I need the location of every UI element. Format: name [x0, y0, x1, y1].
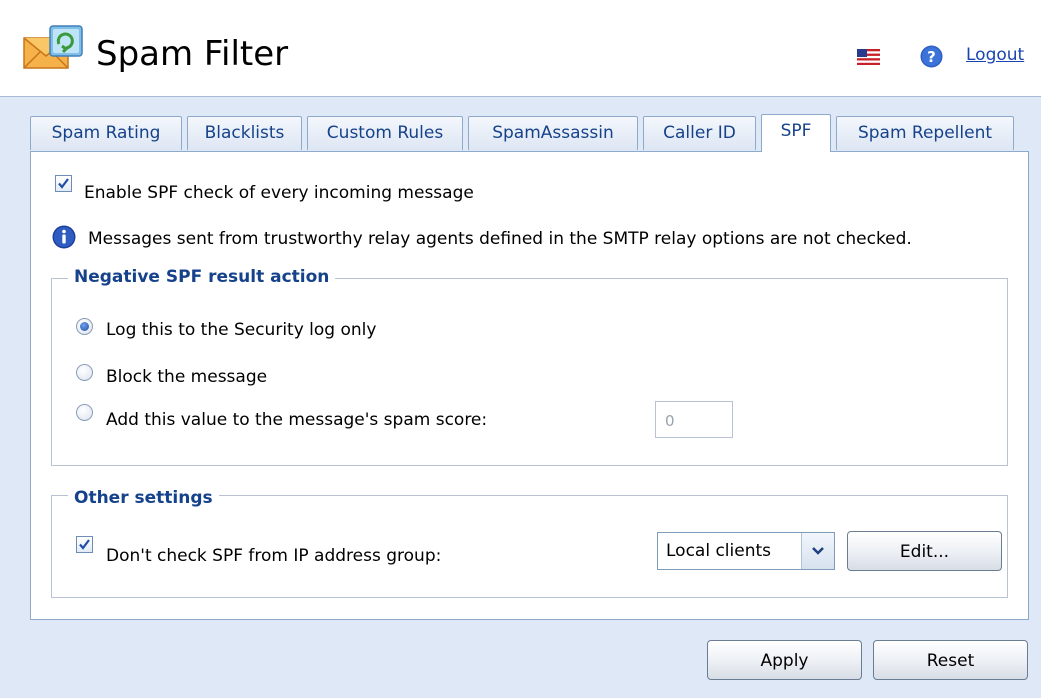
- block-message-radio[interactable]: [76, 364, 93, 381]
- tab-spam-repellent[interactable]: Spam Repellent: [836, 116, 1014, 150]
- tab-spam-rating[interactable]: Spam Rating: [30, 116, 182, 150]
- other-settings-legend: Other settings: [68, 488, 219, 508]
- tab-custom-rules[interactable]: Custom Rules: [307, 116, 463, 150]
- info-icon: [52, 225, 76, 249]
- spam-score-input[interactable]: 0: [655, 401, 733, 438]
- help-icon[interactable]: ?: [920, 45, 943, 68]
- ip-group-select[interactable]: Local clients: [657, 532, 835, 570]
- page-title: Spam Filter: [96, 34, 289, 74]
- us-flag-icon[interactable]: [857, 49, 880, 65]
- log-only-radio[interactable]: [76, 318, 93, 335]
- apply-button[interactable]: Apply: [707, 640, 862, 680]
- tab-spamassassin[interactable]: SpamAssassin: [468, 116, 638, 150]
- dropdown-arrow[interactable]: [801, 533, 834, 569]
- add-score-label: Add this value to the message's spam sco…: [106, 410, 488, 430]
- negative-spf-legend: Negative SPF result action: [68, 267, 336, 287]
- checkmark-icon: [79, 539, 90, 550]
- tab-blacklists[interactable]: Blacklists: [187, 116, 302, 150]
- logout-link[interactable]: Logout: [966, 45, 1024, 65]
- add-score-radio[interactable]: [76, 404, 93, 421]
- tab-caller-id[interactable]: Caller ID: [643, 116, 756, 150]
- reset-button[interactable]: Reset: [873, 640, 1028, 680]
- ip-group-label: Don't check SPF from IP address group:: [106, 546, 442, 566]
- enable-spf-checkbox[interactable]: [55, 175, 72, 192]
- log-only-label: Log this to the Security log only: [106, 320, 377, 340]
- relay-info-text: Messages sent from trustworthy relay age…: [88, 229, 912, 249]
- header-bar: Spam Filter ? Logout: [0, 0, 1041, 97]
- spam-filter-mail-icon: [23, 25, 83, 69]
- tab-spf[interactable]: SPF: [761, 114, 831, 152]
- radio-selected-dot: [80, 322, 89, 331]
- enable-spf-label: Enable SPF check of every incoming messa…: [84, 183, 474, 203]
- ip-group-checkbox[interactable]: [76, 536, 93, 553]
- svg-text:?: ?: [927, 48, 936, 66]
- edit-button[interactable]: Edit...: [847, 531, 1002, 571]
- checkmark-icon: [58, 178, 69, 189]
- chevron-down-icon: [812, 547, 824, 555]
- ip-group-selected-value: Local clients: [666, 541, 772, 561]
- block-message-label: Block the message: [106, 367, 268, 387]
